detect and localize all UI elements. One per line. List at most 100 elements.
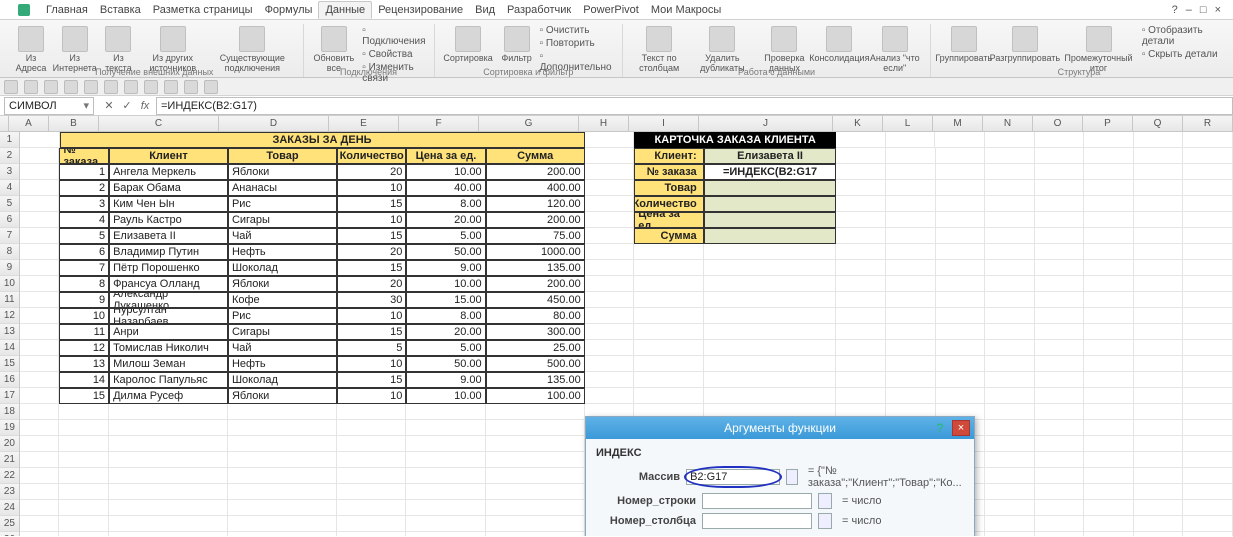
cell[interactable] [936, 180, 986, 196]
cell[interactable] [985, 196, 1035, 212]
row-header[interactable]: 4 [0, 180, 20, 196]
ribbon-tab[interactable]: Разметка страницы [147, 2, 259, 18]
cell[interactable] [1035, 404, 1085, 420]
cell[interactable] [20, 500, 60, 516]
cell[interactable] [585, 212, 635, 228]
cell[interactable]: 14 [59, 372, 109, 388]
cell[interactable]: Владимир Путин [109, 244, 228, 260]
cell[interactable] [1134, 500, 1184, 516]
cell[interactable]: 5.00 [406, 340, 485, 356]
cell[interactable] [486, 532, 585, 536]
cell[interactable] [337, 516, 406, 532]
ribbon-button[interactable]: Сортировка [443, 24, 494, 66]
cell[interactable] [985, 356, 1035, 372]
cell[interactable] [634, 244, 703, 260]
column-header[interactable]: L [883, 116, 933, 131]
cell[interactable] [985, 420, 1035, 436]
ribbon-tab[interactable]: Вид [469, 2, 501, 18]
column-header[interactable]: P [1083, 116, 1133, 131]
cell[interactable] [886, 340, 936, 356]
cell[interactable] [936, 388, 986, 404]
cell[interactable] [1035, 148, 1085, 164]
cell[interactable] [886, 324, 936, 340]
cell[interactable]: 10.00 [406, 276, 485, 292]
cell[interactable] [59, 468, 109, 484]
cell[interactable] [585, 180, 635, 196]
cell[interactable] [985, 484, 1035, 500]
cell[interactable] [836, 244, 886, 260]
qicon[interactable] [64, 80, 78, 94]
ribbon-button[interactable]: Из Интернета [54, 24, 95, 76]
cell[interactable] [20, 292, 60, 308]
cell[interactable] [1084, 276, 1134, 292]
cell[interactable]: 15 [337, 228, 406, 244]
cell[interactable] [228, 404, 337, 420]
cell[interactable] [936, 372, 986, 388]
range-picker-icon[interactable] [818, 513, 832, 529]
cell[interactable] [704, 356, 837, 372]
cell[interactable]: Яблоки [228, 164, 337, 180]
ribbon-small-button[interactable]: ▫ Подключения [362, 24, 425, 48]
cell[interactable] [337, 468, 406, 484]
cell[interactable] [59, 500, 109, 516]
cell[interactable] [704, 180, 837, 196]
cell[interactable]: 4 [59, 212, 109, 228]
cell[interactable] [1183, 516, 1233, 532]
cell[interactable] [406, 452, 485, 468]
row-header[interactable]: 10 [0, 276, 20, 292]
cell[interactable] [886, 228, 936, 244]
cell[interactable] [406, 516, 485, 532]
cell[interactable] [1035, 452, 1085, 468]
qicon[interactable] [184, 80, 198, 94]
cell[interactable] [59, 420, 109, 436]
qicon[interactable] [44, 80, 58, 94]
cell[interactable] [109, 436, 228, 452]
cell[interactable] [936, 164, 986, 180]
cell[interactable] [836, 164, 886, 180]
row-header[interactable]: 7 [0, 228, 20, 244]
cell[interactable] [1183, 292, 1233, 308]
cell[interactable]: 10.00 [406, 388, 485, 404]
cell[interactable]: Нефть [228, 244, 337, 260]
cell[interactable] [985, 148, 1035, 164]
cell[interactable] [985, 212, 1035, 228]
cell[interactable] [585, 388, 635, 404]
cell[interactable] [20, 468, 60, 484]
cell[interactable] [1134, 308, 1184, 324]
ribbon-small-button[interactable]: ▫ Свойства [362, 48, 425, 61]
cell[interactable] [20, 212, 60, 228]
cell[interactable] [486, 436, 585, 452]
cell[interactable] [985, 260, 1035, 276]
cell[interactable] [936, 228, 986, 244]
cell[interactable] [1035, 164, 1085, 180]
cell[interactable] [1134, 484, 1184, 500]
row-header[interactable]: 24 [0, 500, 20, 516]
cell[interactable] [1084, 244, 1134, 260]
range-picker-icon[interactable] [786, 469, 798, 485]
cell[interactable]: Анри [109, 324, 228, 340]
cell[interactable] [585, 132, 635, 148]
cell[interactable] [585, 356, 635, 372]
cell[interactable] [985, 404, 1035, 420]
cell[interactable] [20, 340, 60, 356]
cell[interactable] [936, 340, 986, 356]
cell[interactable]: 25.00 [486, 340, 585, 356]
cell[interactable] [585, 340, 635, 356]
cell[interactable]: Количество [337, 148, 406, 164]
cell[interactable] [20, 164, 60, 180]
cell[interactable]: Рис [228, 308, 337, 324]
cell[interactable] [886, 372, 936, 388]
cell[interactable] [585, 292, 635, 308]
cell[interactable] [20, 244, 60, 260]
cell[interactable] [1183, 212, 1233, 228]
cell[interactable] [704, 372, 837, 388]
cell[interactable]: 1 [59, 164, 109, 180]
qicon[interactable] [164, 80, 178, 94]
cell[interactable] [486, 468, 585, 484]
cell[interactable] [1134, 324, 1184, 340]
cell[interactable] [836, 212, 886, 228]
cell[interactable] [486, 404, 585, 420]
cell[interactable] [936, 196, 986, 212]
cell[interactable]: Рауль Кастро [109, 212, 228, 228]
cell[interactable]: 5 [337, 340, 406, 356]
